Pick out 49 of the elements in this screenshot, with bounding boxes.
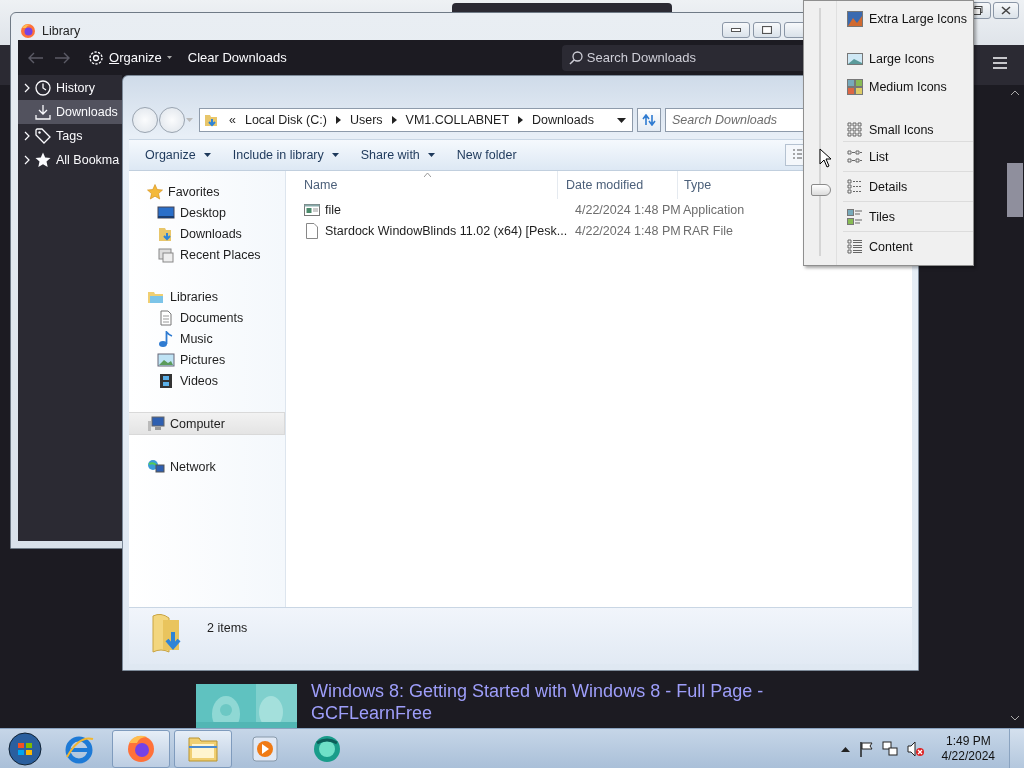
nav-pane-item[interactable]: Pictures	[129, 349, 285, 370]
menu-item[interactable]: List	[843, 141, 973, 171]
toolbar-button[interactable]: Organize	[137, 148, 219, 162]
nav-pane-item[interactable]: Desktop	[129, 202, 285, 223]
column-header[interactable]: Type	[677, 171, 797, 199]
nav-pane-item[interactable]: Favorites	[129, 181, 285, 202]
address-bar[interactable]: « Local Disk (C:) Users VM1.COLLABNET Downloads	[199, 108, 633, 132]
toolbar-button[interactable]: Share with	[352, 148, 443, 162]
breadcrumb-item[interactable]: Local Disk (C:)	[244, 113, 327, 127]
sidebar-item[interactable]: All Bookma	[18, 148, 122, 172]
clock-date: 4/22/2024	[941, 749, 995, 764]
window-title: Library	[42, 24, 81, 38]
breadcrumb-item[interactable]: VM1.COLLABNET	[405, 113, 510, 127]
organize-menu-button[interactable]: Organize	[80, 49, 172, 66]
sidebar-item[interactable]: History	[18, 76, 122, 100]
clock-time: 1:49 PM	[945, 734, 991, 749]
nav-pane-item[interactable]: Documents	[129, 307, 285, 328]
menu-item[interactable]: Content	[843, 231, 973, 261]
toolbar-button[interactable]: New folder	[448, 148, 525, 162]
file-name: file	[325, 202, 341, 217]
menu-item[interactable]: Large Icons	[847, 48, 973, 70]
breadcrumb-overflow[interactable]: «	[229, 113, 236, 127]
table-cell-text: Application	[682, 202, 746, 217]
sidebar-item[interactable]: Tags	[18, 124, 122, 148]
column-header[interactable]: Name	[286, 171, 557, 199]
file-name: Stardock WindowBlinds 11.02 (x64) [Pesk...	[325, 223, 568, 238]
nav-pane-item[interactable]: Libraries	[129, 286, 285, 307]
menu-item[interactable]: Tiles	[843, 201, 973, 231]
menu-item[interactable]: Details	[843, 171, 973, 201]
breadcrumb-item[interactable]: Downloads	[532, 113, 594, 127]
sidebar-item[interactable]: Downloads	[18, 100, 122, 124]
search-field[interactable]: Search Downloads	[665, 108, 805, 132]
breadcrumb-item[interactable]: Users	[349, 113, 383, 127]
clock[interactable]: 1:49 PM 4/22/2024	[941, 734, 995, 764]
nav-pane-item[interactable]: Computer	[129, 412, 285, 435]
search-result-link[interactable]: Windows 8: Getting Started with Windows 8 - Full Page - GCFLearnFree	[311, 680, 831, 724]
nav-pane-item[interactable]: Recent Places	[129, 244, 285, 265]
menu-item[interactable]: Medium Icons	[847, 76, 973, 98]
table-cell-text: RAR File	[682, 223, 734, 238]
item-count: 2 items	[207, 621, 248, 635]
nav-pane-item[interactable]: Videos	[129, 370, 285, 391]
nav-pane-item[interactable]: Downloads	[129, 223, 285, 244]
nav-pane-item[interactable]: Music	[129, 328, 285, 349]
toolbar-button[interactable]: Include in library	[224, 148, 347, 162]
menu-item[interactable]: Extra Large Icons	[847, 8, 973, 30]
menu-item[interactable]: Small Icons	[847, 119, 973, 141]
clear-downloads-button[interactable]: Clear Downloads	[181, 50, 287, 65]
nav-pane-item[interactable]: Network	[129, 456, 285, 477]
column-header[interactable]: Date modified	[557, 171, 677, 199]
